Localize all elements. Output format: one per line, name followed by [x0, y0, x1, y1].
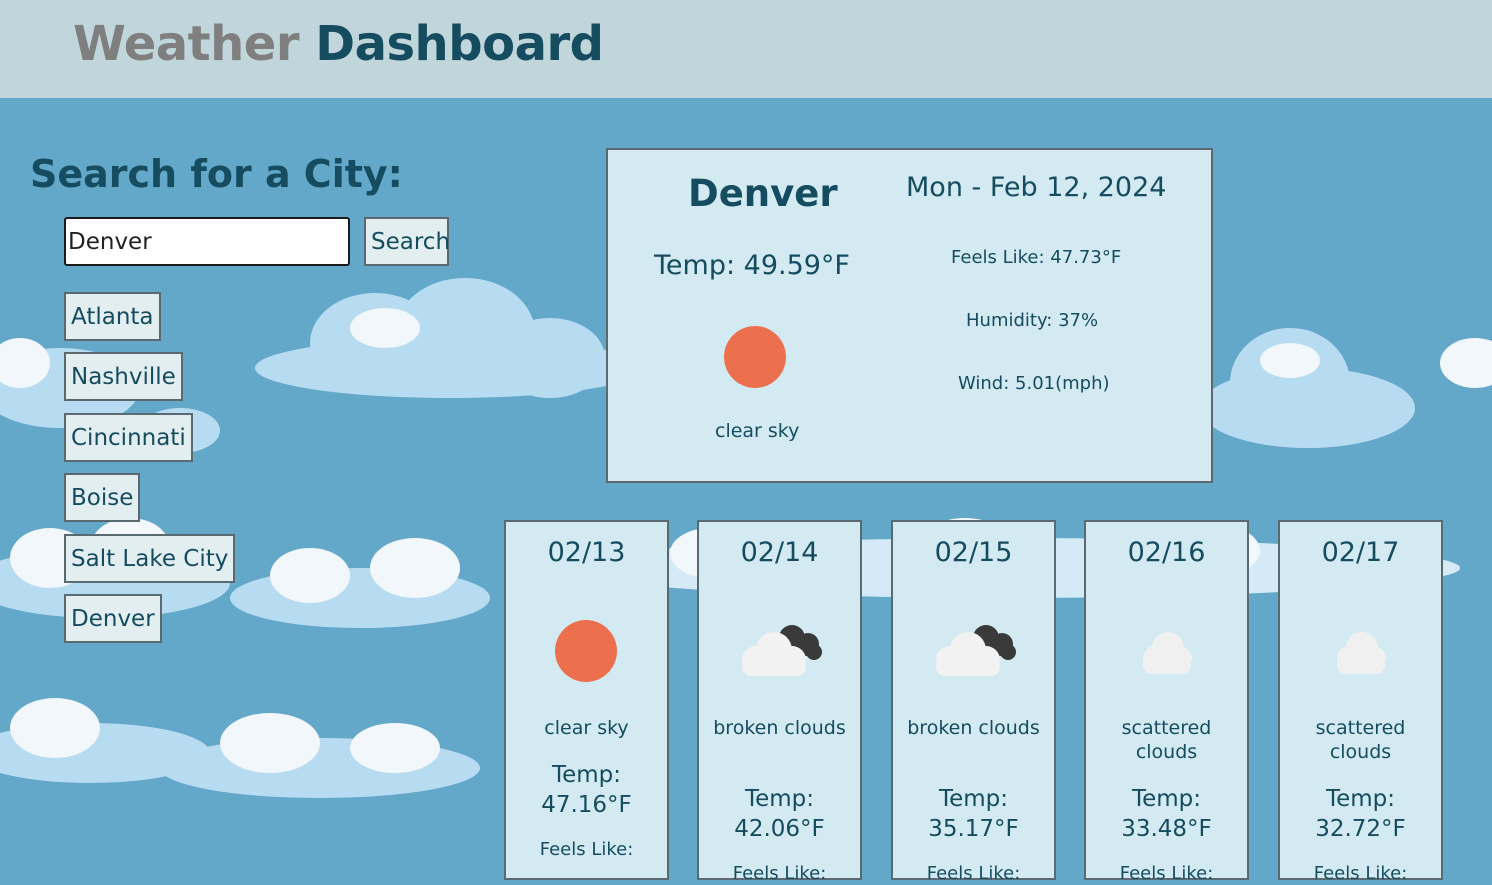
forecast-temp-label: Temp:	[1325, 786, 1396, 812]
scattered-clouds-icon	[1329, 620, 1391, 682]
history-city-button[interactable]: Boise	[64, 473, 141, 522]
current-humidity: Humidity: 37%	[966, 310, 1099, 331]
page-header: Weather Dashboard	[0, 0, 1492, 98]
search-button[interactable]: Search	[364, 217, 450, 266]
scattered-clouds-icon	[1135, 620, 1197, 682]
forecast-card: 02/15 broken clouds Temp: 35.17°F Feels …	[891, 520, 1056, 884]
current-feels-like: Feels Like: 47.73°F	[951, 247, 1122, 268]
forecast-description: broken clouds	[713, 717, 846, 739]
current-description: clear sky	[715, 420, 800, 442]
cloud-decoration	[230, 538, 490, 638]
forecast-feels-label: Feels Like:	[539, 839, 634, 860]
broken-clouds-icon	[936, 620, 1016, 682]
current-wind: Wind: 5.01(mph)	[958, 373, 1110, 394]
history-city-button[interactable]: Atlanta	[64, 292, 161, 341]
title-dashboard: Dashboard	[315, 16, 604, 72]
cloud-decoration	[1440, 328, 1492, 398]
current-date: Mon - Feb 12, 2024	[906, 172, 1167, 203]
forecast-temp: 33.48°F	[1121, 816, 1212, 842]
forecast-description: scattered clouds	[1315, 717, 1406, 763]
forecast-feels-label: Feels Like:	[1119, 863, 1214, 884]
forecast-description: broken clouds	[907, 717, 1040, 739]
history-city-button[interactable]: Nashville	[64, 352, 183, 401]
history-city-button[interactable]: Salt Lake City	[64, 534, 236, 583]
forecast-card: 02/13 clear sky Temp: 47.16°F Feels Like…	[504, 520, 669, 880]
forecast-temp-label: Temp:	[1131, 786, 1202, 812]
sun-icon	[724, 326, 786, 388]
current-temp: Temp: 49.59°F	[654, 250, 850, 281]
forecast-description: scattered clouds	[1121, 717, 1212, 763]
forecast-description: clear sky	[544, 717, 629, 739]
forecast-date: 02/14	[740, 537, 819, 568]
forecast-date: 02/17	[1321, 537, 1400, 568]
cloud-decoration	[255, 278, 645, 403]
forecast-temp: 42.06°F	[734, 816, 825, 842]
title-weather: Weather	[73, 16, 300, 72]
forecast-feels-label: Feels Like:	[732, 863, 827, 884]
page-title: Weather Dashboard	[73, 14, 604, 74]
history-city-button[interactable]: Denver	[64, 594, 162, 643]
current-city: Denver	[688, 172, 838, 215]
city-search-input[interactable]	[64, 217, 350, 266]
broken-clouds-icon	[742, 620, 822, 682]
forecast-feels-label: Feels Like:	[1313, 863, 1408, 884]
cloud-decoration	[1200, 328, 1420, 458]
forecast-card: 02/16 scattered clouds Temp: 33.48°F Fee…	[1084, 520, 1249, 884]
history-city-button[interactable]: Cincinnati	[64, 413, 193, 462]
forecast-feels-label: Feels Like:	[926, 863, 1021, 884]
forecast-temp: 32.72°F	[1315, 816, 1406, 842]
forecast-temp-label: Temp:	[744, 786, 815, 812]
forecast-date: 02/15	[934, 537, 1013, 568]
search-title: Search for a City:	[30, 152, 403, 196]
sun-icon	[555, 620, 617, 682]
forecast-temp: 47.16°F	[541, 792, 632, 818]
forecast-temp: 35.17°F	[928, 816, 1019, 842]
forecast-date: 02/16	[1127, 537, 1206, 568]
forecast-card: 02/17 scattered clouds Temp: 32.72°F Fee…	[1278, 520, 1443, 884]
forecast-temp-label: Temp:	[938, 786, 1009, 812]
current-weather-card: Denver Temp: 49.59°F clear sky Mon - Feb…	[606, 148, 1213, 483]
forecast-date: 02/13	[547, 537, 626, 568]
forecast-card: 02/14 broken clouds Temp: 42.06°F Feels …	[697, 520, 862, 884]
cloud-decoration	[160, 708, 480, 808]
forecast-temp-label: Temp:	[551, 762, 622, 788]
